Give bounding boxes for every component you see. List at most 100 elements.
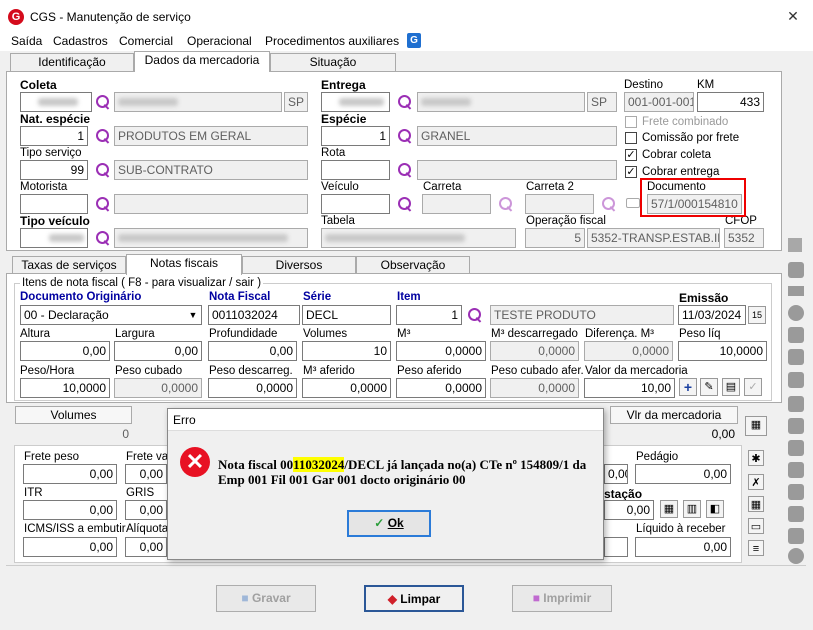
peso-liq-field[interactable]: 10,0000 (678, 341, 767, 361)
gear-tool-icon[interactable] (788, 262, 804, 278)
copy-tool-icon[interactable] (788, 372, 804, 388)
tipo-veiculo-code-field[interactable] (20, 228, 88, 248)
col4-bottom-field[interactable] (604, 537, 628, 557)
peso-hora-field[interactable]: 10,0000 (20, 378, 110, 398)
truck-tool-icon[interactable] (788, 396, 804, 412)
tag-tool-icon[interactable] (788, 327, 804, 343)
motorista-code-field[interactable] (20, 194, 88, 214)
imprimir-button[interactable]: ■ Imprimir (512, 585, 612, 612)
especie-code-field[interactable]: 1 (321, 126, 390, 146)
peso-descarreg-field[interactable]: 0,0000 (208, 378, 297, 398)
volumes-field[interactable]: 10 (302, 341, 391, 361)
nat-especie-code-field[interactable]: 1 (20, 126, 88, 146)
hand-tool-icon[interactable] (788, 484, 804, 500)
help-icon[interactable]: G (407, 33, 421, 48)
cart-tool-icon[interactable] (788, 462, 804, 478)
circle-tool-icon[interactable] (788, 305, 804, 321)
nat-especie-search-icon[interactable] (96, 129, 110, 143)
menu-saida[interactable]: Saída (11, 34, 42, 48)
calc-icon[interactable]: ▦ (748, 496, 764, 512)
coleta-search-icon[interactable] (96, 95, 110, 109)
calculator-icon[interactable]: ▦ (660, 500, 678, 518)
veiculo-search-icon[interactable] (398, 197, 412, 211)
menu-cadastros[interactable]: Cadastros (53, 34, 108, 48)
carreta-search-icon[interactable] (499, 197, 513, 211)
cobrar-coleta-checkbox[interactable]: ✓ (625, 149, 637, 161)
motorista-search-icon[interactable] (96, 197, 110, 211)
profundidade-field[interactable]: 0,00 (208, 341, 297, 361)
m3-aferido-field[interactable]: 0,0000 (302, 378, 391, 398)
nota-fiscal-field[interactable]: 0011032024 (208, 305, 300, 325)
km-field[interactable]: 433 (697, 92, 764, 112)
ciot-icon[interactable] (788, 286, 804, 296)
menu-procedimentos[interactable]: Procedimentos auxiliares (265, 34, 399, 48)
aliquota-field[interactable]: 0,00 (125, 537, 167, 557)
comissao-checkbox[interactable] (625, 132, 637, 144)
limpar-button[interactable]: ◆ Limpar (364, 585, 464, 612)
check-tool-icon[interactable] (788, 238, 802, 252)
rota-search-icon[interactable] (398, 163, 412, 177)
cobrar-entrega-checkbox[interactable]: ✓ (625, 166, 637, 178)
tab-diversos[interactable]: Diversos (242, 256, 356, 274)
entrega-search-icon[interactable] (398, 95, 412, 109)
largura-field[interactable]: 0,00 (114, 341, 202, 361)
tipo-servico-search-icon[interactable] (96, 163, 110, 177)
people-tool-icon[interactable] (788, 528, 804, 544)
peso-aferido-field[interactable]: 0,0000 (396, 378, 486, 398)
bug-icon[interactable]: ✱ (748, 450, 764, 466)
tag-icon[interactable]: ◧ (706, 500, 724, 518)
tab-observacao[interactable]: Observação (356, 256, 470, 274)
itr-field[interactable]: 0,00 (23, 500, 117, 520)
icms-field[interactable]: 0,00 (23, 537, 117, 557)
emissao-field[interactable]: 11/03/2024 (678, 305, 746, 325)
doc-originario-select[interactable]: 00 - Declaração ▼ (20, 305, 202, 325)
altura-field[interactable]: 0,00 (20, 341, 110, 361)
ok-button[interactable]: ✓ Ok (347, 510, 431, 537)
tab-dados-mercadoria[interactable]: Dados da mercadoria (134, 51, 270, 72)
coleta-code-field[interactable] (20, 92, 92, 112)
settings-tool-icon[interactable] (788, 548, 804, 564)
document-icon[interactable]: ✗ (748, 474, 764, 490)
tab-situacao[interactable]: Situação (270, 53, 396, 71)
gravar-label: Gravar (251, 591, 291, 605)
m3-field[interactable]: 0,0000 (396, 341, 486, 361)
book-icon[interactable]: ▥ (683, 500, 701, 518)
coin-tool-icon[interactable] (788, 418, 804, 434)
tools-icon[interactable]: ✎ (700, 378, 718, 396)
menu-operacional[interactable]: Operacional (187, 34, 252, 48)
gravar-button[interactable]: ■ Gravar (216, 585, 316, 612)
veiculo-field[interactable] (321, 194, 390, 214)
tab-taxas[interactable]: Taxas de serviços (12, 256, 126, 274)
valor-mercadoria-field[interactable]: 10,00 (584, 378, 675, 398)
frete-valor-field[interactable]: 0,00 (125, 464, 167, 484)
grid-icon[interactable]: ▦ (745, 416, 767, 436)
frete-peso-field[interactable]: 0,00 (23, 464, 117, 484)
tab-identificacao[interactable]: Identificação (10, 53, 134, 71)
chevron-down-icon[interactable]: ▼ (185, 306, 201, 324)
gris-field[interactable]: 0,00 (125, 500, 167, 520)
close-icon[interactable]: ✕ (783, 6, 803, 26)
menu-comercial[interactable]: Comercial (119, 34, 173, 48)
box-tool-icon[interactable] (788, 506, 804, 522)
especie-search-icon[interactable] (398, 129, 412, 143)
arrow-tool-icon[interactable] (788, 349, 804, 365)
clear-icon[interactable]: ✓ (744, 378, 762, 396)
serie-field[interactable]: DECL (302, 305, 391, 325)
tab-notas-fiscais[interactable]: Notas fiscais (126, 254, 242, 275)
tipo-servico-code-field[interactable]: 99 (20, 160, 88, 180)
error-dialog: Erro ✕ Nota fiscal 0011032024/DECL já la… (167, 408, 604, 560)
col4-field[interactable]: 0,00 (604, 464, 628, 484)
calendar-icon[interactable]: 15 (748, 306, 766, 324)
printer-icon[interactable]: ▤ (722, 378, 740, 396)
user-tool-icon[interactable] (788, 440, 804, 456)
item-code-field[interactable]: 1 (396, 305, 462, 325)
comment-icon[interactable]: ▭ (748, 518, 764, 534)
tipo-veiculo-search-icon[interactable] (96, 231, 110, 245)
add-icon[interactable]: + (679, 378, 697, 396)
item-search-icon[interactable] (468, 308, 482, 322)
carreta2-search-icon[interactable] (602, 197, 616, 211)
pedagio-field[interactable]: 0,00 (635, 464, 731, 484)
entrega-code-field[interactable] (321, 92, 390, 112)
rota-code-field[interactable] (321, 160, 390, 180)
list-icon[interactable]: ≡ (748, 540, 764, 556)
